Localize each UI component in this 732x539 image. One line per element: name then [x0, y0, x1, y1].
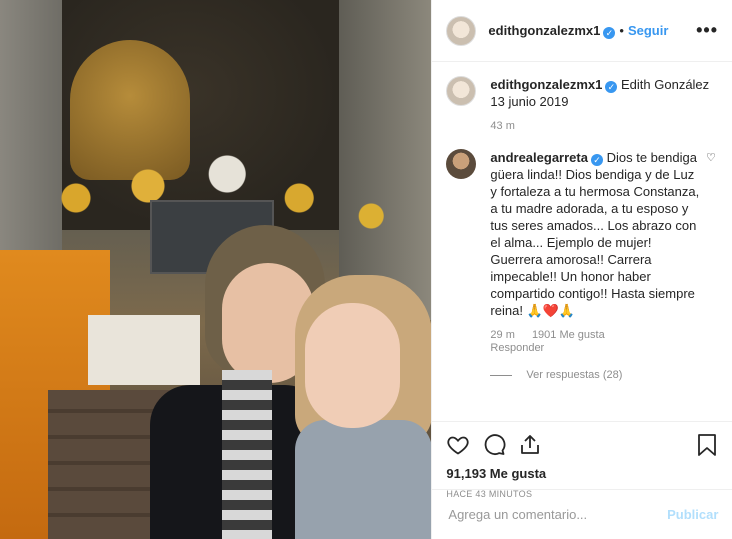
bookmark-icon[interactable]: [696, 433, 718, 457]
comment-time[interactable]: 29 m: [490, 329, 514, 341]
like-count[interactable]: 91,193 Me gusta: [446, 466, 718, 481]
follow-button[interactable]: Seguir: [628, 23, 668, 38]
comment-input[interactable]: [446, 506, 668, 523]
commenter-username[interactable]: andrealegarreta: [490, 150, 588, 165]
comment-text: Dios te bendiga güera linda!! Dios bendi…: [490, 150, 700, 318]
separator-dot: •: [619, 23, 624, 38]
caption-username[interactable]: edithgonzalezmx1: [490, 77, 602, 92]
comment-bubble-icon[interactable]: [482, 433, 506, 457]
caption-time[interactable]: 43 m: [490, 120, 718, 133]
commenter-avatar[interactable]: [446, 149, 477, 179]
share-icon[interactable]: [518, 433, 542, 457]
author-username[interactable]: edithgonzalezmx1 ✓: [488, 23, 616, 39]
verified-badge-icon: ✓: [590, 154, 603, 166]
publish-button[interactable]: Publicar: [667, 507, 718, 522]
comment-item: andrealegarreta ✓ Dios te bendiga güera l…: [446, 149, 718, 355]
verified-badge-icon: ✓: [605, 81, 618, 93]
reply-button[interactable]: Responder: [490, 342, 700, 355]
comment-like-heart-icon[interactable]: ♡: [706, 151, 718, 164]
post-header: edithgonzalezmx1 ✓ • Seguir •••: [432, 0, 732, 62]
verified-badge-icon: ✓: [603, 26, 616, 39]
post-side-panel: edithgonzalezmx1 ✓ • Seguir ••• edithgonz…: [431, 0, 732, 539]
photo-person-girl: [295, 275, 432, 539]
caption-avatar[interactable]: [446, 76, 477, 106]
comments-section[interactable]: edithgonzalezmx1 ✓ Edith González 13 juni…: [432, 62, 732, 421]
instagram-post: edithgonzalezmx1 ✓ • Seguir ••• edithgonz…: [0, 0, 732, 539]
post-photo[interactable]: [0, 0, 432, 539]
add-comment-bar: Publicar: [432, 489, 732, 539]
comment-likes[interactable]: 1901 Me gusta: [532, 329, 605, 341]
more-options-icon[interactable]: •••: [696, 20, 718, 41]
view-replies-button[interactable]: Ver respuestas (28): [490, 369, 718, 381]
caption: edithgonzalezmx1 ✓ Edith González 13 juni…: [446, 76, 718, 133]
author-avatar[interactable]: [446, 15, 477, 46]
like-heart-icon[interactable]: [446, 433, 470, 457]
